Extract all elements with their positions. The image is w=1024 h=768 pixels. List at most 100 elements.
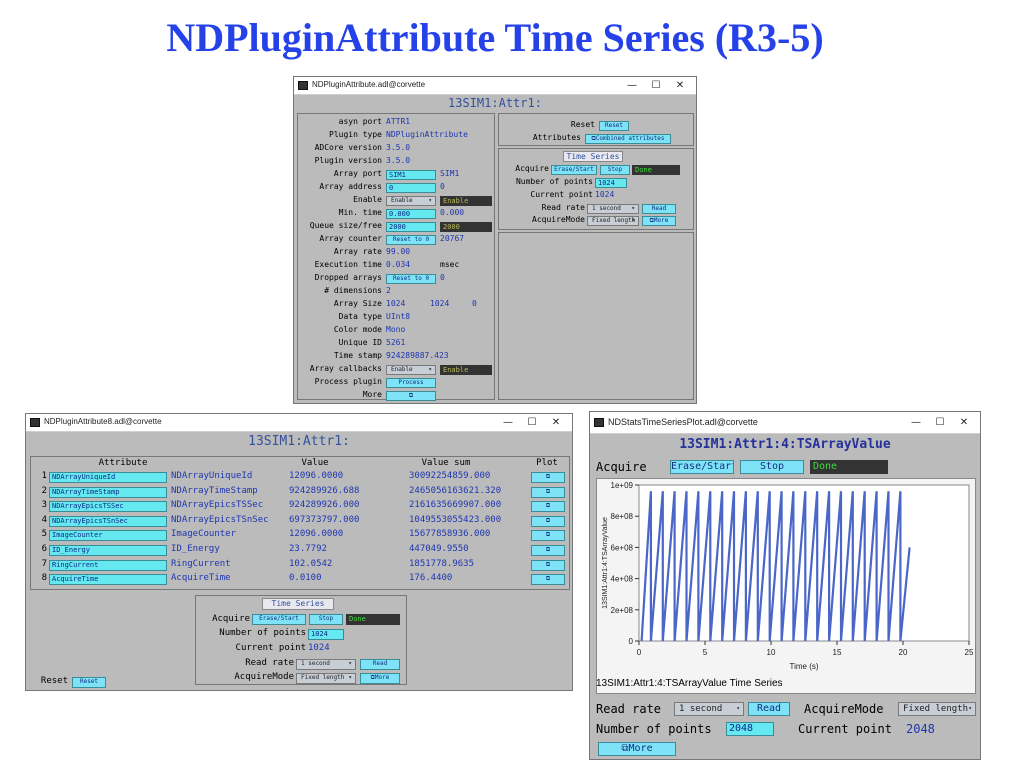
plot-button[interactable]: ⧉ [531, 545, 565, 556]
plot-button[interactable]: ⧉ [531, 472, 565, 483]
minimize-icon[interactable]: — [496, 416, 520, 429]
attribute-value: 0.0100 [289, 573, 322, 584]
attribute-input[interactable]: NDArrayEpicsTSnSec [49, 515, 167, 527]
stop-button[interactable]: Stop [740, 460, 804, 474]
read-button[interactable]: Read [748, 702, 790, 716]
read-button[interactable]: Read [360, 659, 400, 670]
read-rate-menu[interactable]: 1 second [296, 659, 356, 670]
row-input[interactable]: 2000 [386, 222, 436, 232]
attribute-value-sum: 2161635669907.000 [409, 500, 502, 511]
maximize-icon[interactable]: ☐ [644, 79, 668, 92]
minimize-icon[interactable]: — [620, 79, 644, 92]
read-rate-menu[interactable]: 1 second [674, 702, 744, 716]
x-axis-label: Time (s) [789, 662, 818, 671]
row-button[interactable]: Process [386, 378, 436, 388]
stop-button[interactable]: Stop [309, 614, 343, 625]
current-point-label: Current point [235, 643, 306, 653]
read-rate-menu[interactable]: 1 second [587, 204, 639, 214]
window-titlebar[interactable]: NDStatsTimeSeriesPlot.adl@corvette — ☐ ✕ [590, 412, 980, 434]
attribute-input[interactable]: RingCurrent [49, 559, 167, 571]
stop-button[interactable]: Stop [600, 165, 630, 175]
acquire-mode-label: AcquireMode [234, 672, 294, 682]
row-value: 1024 [386, 299, 406, 308]
attribute-input[interactable]: ID_Energy [49, 545, 167, 556]
reset-button[interactable]: Reset [599, 121, 629, 131]
acquire-mode-menu[interactable]: Fixed length [296, 673, 356, 684]
close-icon[interactable]: ✕ [952, 416, 976, 429]
number-of-points-label: Number of points [219, 628, 306, 638]
row-number: 8 [41, 573, 47, 584]
read-rate-label: Read rate [541, 203, 585, 212]
attribute-input[interactable]: AcquireTime [49, 574, 167, 586]
row-value: ATTR1 [386, 117, 411, 126]
erase-start-button[interactable]: Erase/Start [252, 614, 306, 625]
plot-button[interactable]: ⧉ [531, 559, 565, 571]
row-input[interactable]: 0 [386, 183, 436, 193]
plot-button[interactable]: ⧉ [531, 486, 565, 498]
row-button[interactable]: Reset to 0 [386, 274, 436, 284]
row-input[interactable]: 0.000 [386, 209, 436, 219]
row-label: Array rate [333, 247, 382, 256]
row-input[interactable]: SIM1 [386, 170, 436, 180]
number-of-points-input[interactable]: 1024 [595, 178, 627, 188]
close-icon[interactable]: ✕ [544, 416, 568, 429]
minimize-icon[interactable]: — [904, 416, 928, 429]
plot-button[interactable]: ⧉ [531, 530, 565, 542]
y-tick-label: 6e+08 [611, 543, 634, 552]
current-point-value: 2048 [906, 722, 935, 736]
number-of-points-input[interactable]: 1024 [308, 629, 344, 640]
more-button[interactable]: ⧉More [360, 673, 400, 684]
row-value: 0.034 [386, 260, 411, 269]
plot-button[interactable]: ⧉ [531, 574, 565, 586]
row-button[interactable]: Reset to 0 [386, 235, 436, 245]
attribute-input[interactable]: NDArrayTimeStamp [49, 486, 167, 498]
row-value: 20767 [440, 234, 465, 243]
read-button[interactable]: Read [642, 204, 676, 214]
erase-start-button[interactable]: Erase/Start [670, 460, 734, 474]
more-button[interactable]: ⧉More [642, 216, 676, 226]
time-series-panel: Time Series Acquire Erase/Start Stop Don… [498, 148, 694, 230]
read-rate-label: Read rate [596, 702, 662, 716]
window-header: 13SIM1:Attr1:4:TSArrayValue [679, 437, 891, 452]
row-number: 1 [41, 471, 47, 481]
acquire-mode-label: AcquireMode [804, 702, 884, 716]
erase-start-button[interactable]: Erase/Start [551, 165, 597, 175]
y-tick-label: 8e+08 [611, 512, 634, 521]
row-label: Process plugin [314, 377, 382, 386]
plugin-status-panel: asyn port ATTR1 Plugin type NDPluginAttribu… [297, 113, 495, 401]
row-label: Array callbacks [309, 364, 382, 373]
x-tick-label: 25 [965, 648, 974, 657]
window-header: 13SIM1:Attr1: [248, 434, 350, 449]
attribute-value: 102.0542 [289, 558, 333, 569]
slide-title: NDPluginAttribute Time Series (R3-5) [166, 15, 824, 60]
attribute-value: 12096.0000 [289, 529, 344, 540]
attribute-input[interactable]: NDArrayUniqueId [49, 472, 167, 483]
attribute-name: NDArrayTimeStamp [171, 485, 258, 496]
row-number: 6 [41, 544, 47, 554]
row-value: 99.00 [386, 247, 411, 256]
acquire-status: Done [810, 460, 888, 474]
attribute-input[interactable]: ImageCounter [49, 530, 167, 542]
row-menu[interactable]: Enable [386, 365, 436, 375]
acquire-mode-menu[interactable]: Fixed length [587, 216, 639, 226]
combined-attributes-button[interactable]: ⧉Combined attributes [585, 134, 671, 144]
attribute-value: 697373797.000 [289, 514, 360, 525]
close-icon[interactable]: ✕ [668, 79, 692, 92]
row-menu[interactable]: Enable [386, 196, 436, 206]
window-titlebar[interactable]: NDPluginAttribute8.adl@corvette — ☐ ✕ [26, 414, 572, 432]
row-button[interactable]: ⧉ [386, 391, 436, 401]
plot-button[interactable]: ⧉ [531, 501, 565, 513]
row-value: 2 [386, 286, 391, 295]
maximize-icon[interactable]: ☐ [928, 416, 952, 429]
more-button[interactable]: ⧉More [598, 742, 676, 756]
acquire-mode-menu[interactable]: Fixed length [898, 702, 976, 716]
attribute-name: NDArrayEpicsTSnSec [171, 514, 269, 525]
maximize-icon[interactable]: ☐ [520, 416, 544, 429]
number-of-points-input[interactable]: 2048 [726, 722, 774, 736]
row-label: Unique ID [338, 338, 382, 347]
window-titlebar[interactable]: NDPluginAttribute.adl@corvette — ☐ ✕ [294, 77, 696, 95]
attribute-value: 23.7792 [289, 544, 327, 554]
plot-button[interactable]: ⧉ [531, 515, 565, 527]
attribute-input[interactable]: NDArrayEpicsTSSec [49, 501, 167, 513]
reset-button[interactable]: Reset [72, 677, 106, 688]
